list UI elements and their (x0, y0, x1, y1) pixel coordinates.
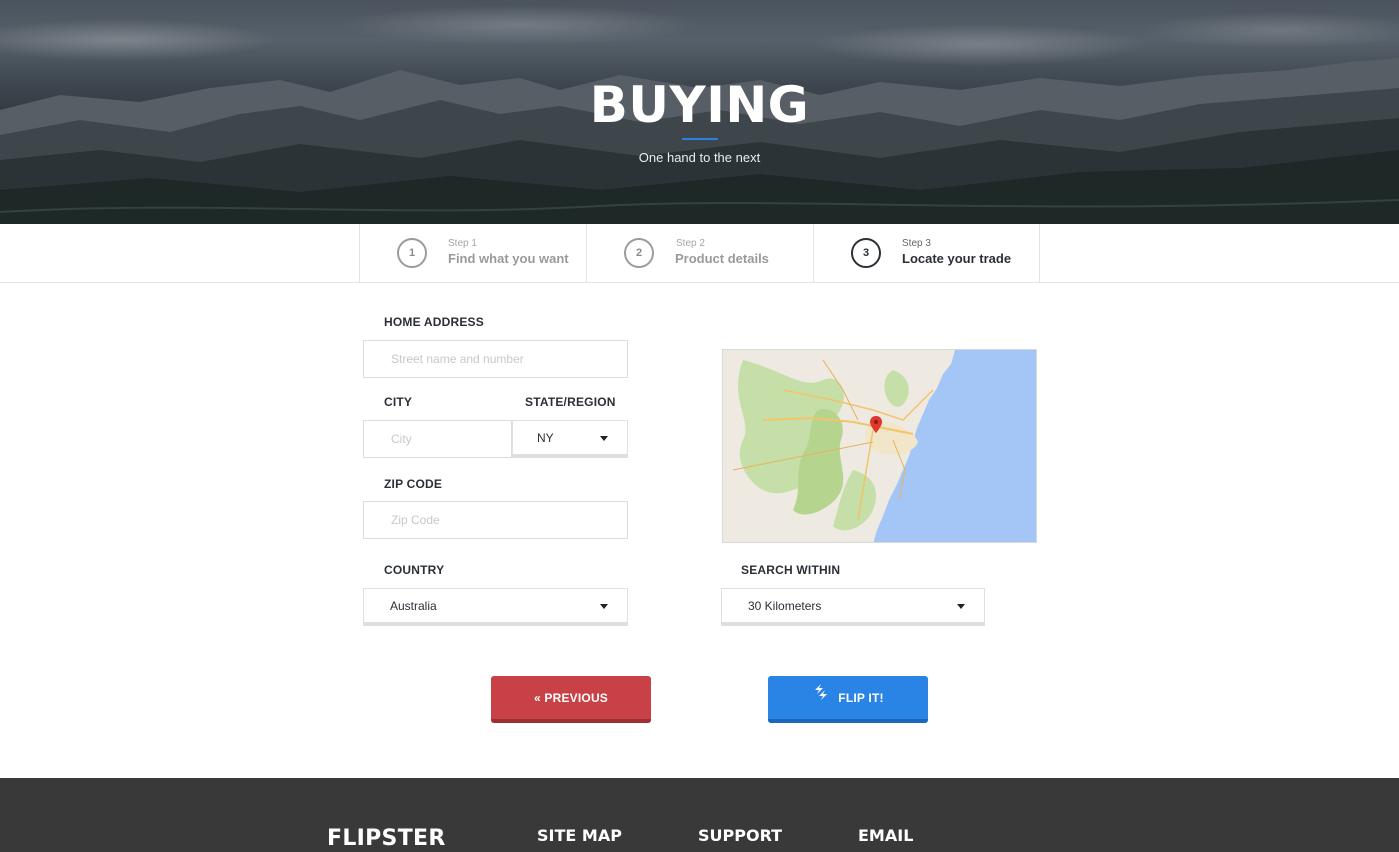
city-input[interactable]: City (363, 420, 512, 458)
flip-it-button[interactable]: FLIP IT! (768, 676, 928, 723)
step-2-label: Product details (675, 251, 769, 266)
zip-code-label: ZIP CODE (384, 477, 443, 491)
country-value: Australia (390, 599, 437, 613)
step-2[interactable]: 2 Step 2 Product details (586, 224, 813, 283)
step-3-label: Locate your trade (902, 251, 1012, 266)
footer-site-map-heading: SITE MAP (537, 826, 622, 845)
step-1[interactable]: 1 Step 1 Find what you want (359, 224, 586, 283)
caret-down-icon (600, 436, 608, 441)
footer-brand-logo[interactable]: FLIPSTER (327, 826, 446, 851)
country-label: COUNTRY (384, 563, 445, 577)
footer-support-heading: SUPPORT (698, 826, 783, 845)
home-address-input[interactable]: Street name and number (363, 340, 628, 378)
caret-down-icon (957, 604, 965, 609)
step-2-caption: Step 2 (676, 238, 705, 249)
flip-icon (812, 675, 830, 720)
hero-banner: BUYING One hand to the next (0, 0, 1399, 224)
city-label: CITY (384, 395, 413, 409)
step-2-number: 2 (624, 238, 654, 268)
flip-it-button-label: FLIP IT! (838, 691, 884, 705)
previous-button-label: « PREVIOUS (533, 691, 609, 705)
state-region-select[interactable]: NY (512, 420, 628, 458)
step-1-label: Find what you want (448, 251, 569, 266)
state-region-value: NY (537, 431, 554, 445)
previous-button[interactable]: « PREVIOUS (491, 676, 651, 723)
search-within-select[interactable]: 30 Kilometers (721, 588, 985, 626)
step-1-number: 1 (397, 238, 427, 268)
footer: FLIPSTER SITE MAP SUPPORT EMAIL (0, 778, 1399, 852)
location-map[interactable] (722, 349, 1037, 543)
step-1-caption: Step 1 (448, 238, 477, 249)
caret-down-icon (600, 604, 608, 609)
step-3-caption: Step 3 (902, 238, 931, 249)
country-select[interactable]: Australia (363, 588, 628, 626)
step-3[interactable]: 3 Step 3 Locate your trade (813, 224, 1040, 283)
home-address-label: HOME ADDRESS (384, 315, 484, 329)
page-subtitle: One hand to the next (638, 150, 761, 165)
zip-code-input[interactable]: Zip Code (363, 501, 628, 539)
map-graphic (723, 350, 1036, 542)
title-divider (682, 138, 718, 140)
search-within-value: 30 Kilometers (748, 599, 822, 613)
page-title: BUYING (589, 76, 810, 134)
state-region-label: STATE/REGION (525, 395, 616, 409)
footer-email-heading: EMAIL (858, 826, 914, 845)
step-progress-bar: 1 Step 1 Find what you want 2 Step 2 Pro… (0, 224, 1399, 283)
step-3-number: 3 (851, 238, 881, 268)
search-within-label: SEARCH WITHIN (741, 563, 841, 577)
